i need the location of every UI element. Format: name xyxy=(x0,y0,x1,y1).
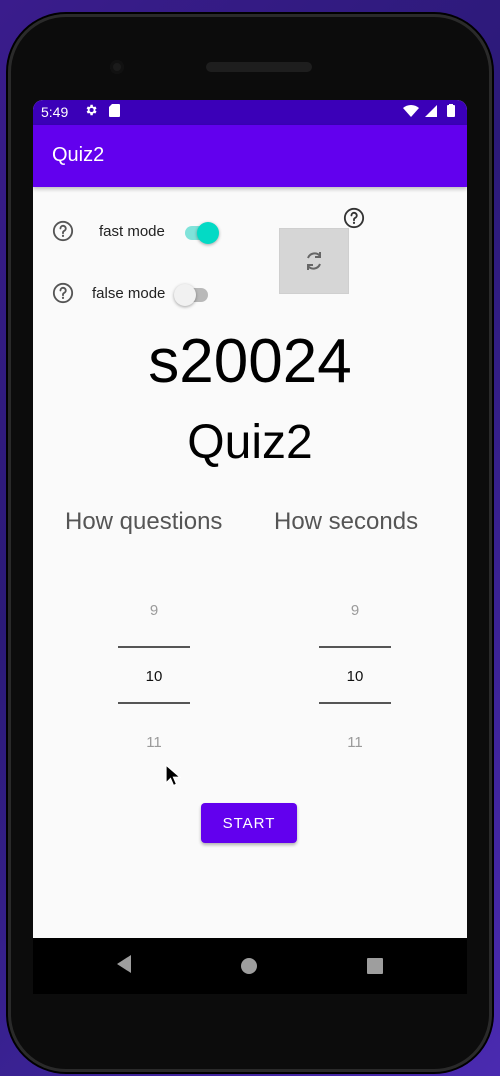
app-bar: Quiz2 xyxy=(33,125,467,187)
false-mode-label: false mode xyxy=(92,285,166,302)
picker-divider xyxy=(319,646,391,648)
front-camera xyxy=(110,60,124,74)
status-time: 5:49 xyxy=(41,104,69,120)
start-button[interactable]: START xyxy=(201,803,297,843)
switch-thumb xyxy=(197,222,219,244)
refresh-icon xyxy=(307,252,321,270)
questions-number-picker[interactable]: 9 10 11 xyxy=(118,590,190,760)
fast-mode-label: fast mode xyxy=(99,223,165,240)
mouse-cursor-icon xyxy=(165,764,181,787)
help-icon-fast-mode[interactable] xyxy=(52,220,74,242)
back-icon[interactable] xyxy=(115,954,133,974)
picker-divider xyxy=(118,702,190,704)
refresh-button[interactable] xyxy=(279,228,349,294)
earpiece-speaker xyxy=(206,62,312,72)
app-title: Quiz2 xyxy=(52,144,105,166)
signal-icon xyxy=(425,105,437,117)
help-icon-false-mode[interactable] xyxy=(52,282,74,304)
picker-current-value[interactable]: 10 xyxy=(118,668,190,685)
fast-mode-switch[interactable] xyxy=(183,220,219,244)
wifi-icon xyxy=(403,104,419,117)
help-icon-refresh[interactable] xyxy=(343,207,365,229)
picker-current-value[interactable]: 10 xyxy=(319,668,391,685)
battery-icon xyxy=(447,105,455,117)
status-right-icons xyxy=(403,104,455,117)
switch-thumb xyxy=(174,284,196,306)
picker-next-value[interactable]: 11 xyxy=(118,734,190,751)
picker-prev-value[interactable]: 9 xyxy=(118,602,190,619)
navigation-bar xyxy=(33,938,467,994)
sd-card-icon xyxy=(109,104,120,117)
seconds-number-picker[interactable]: 9 10 11 xyxy=(319,590,391,760)
picker-divider xyxy=(319,702,391,704)
home-icon[interactable] xyxy=(241,958,257,974)
false-mode-switch[interactable] xyxy=(174,282,210,306)
app-screen: 5:49 Quiz2 fast mode false mode s20024 Q… xyxy=(33,100,467,938)
picker-next-value[interactable]: 11 xyxy=(319,734,391,751)
recents-icon[interactable] xyxy=(367,958,383,974)
picker-prev-value[interactable]: 9 xyxy=(319,602,391,619)
picker-divider xyxy=(118,646,190,648)
student-id: s20024 xyxy=(148,327,352,396)
status-bar: 5:49 xyxy=(33,100,467,125)
gear-icon xyxy=(86,104,97,116)
questions-label: How questions xyxy=(65,508,223,535)
quiz-title: Quiz2 xyxy=(187,416,313,469)
seconds-label: How seconds xyxy=(274,508,419,535)
